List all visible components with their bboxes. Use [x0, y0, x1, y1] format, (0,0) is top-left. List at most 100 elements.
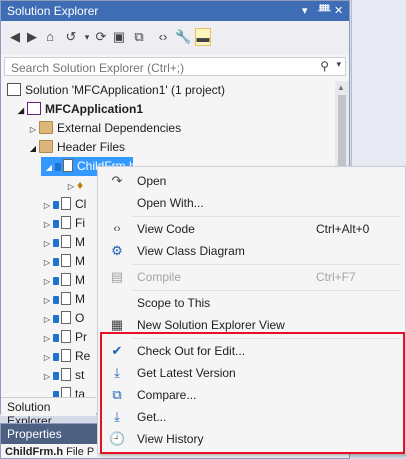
menu-item-label: View History: [137, 432, 204, 446]
tree-item-label: Pr: [75, 330, 87, 344]
menu-item-new-solution-explorer-view[interactable]: ▦ New Solution Explorer View: [99, 314, 404, 336]
panel-title-bar: Solution Explorer ▾ ᚙ ✕: [1, 1, 349, 21]
collapsed-arrow-icon[interactable]: ▷: [65, 177, 77, 196]
menu-item-label: Compare...: [137, 388, 197, 402]
header-file-icon: [61, 235, 71, 248]
header-file-icon: [61, 368, 71, 381]
menu-item-label: View Class Diagram: [137, 244, 245, 258]
list-item[interactable]: ▷ Pr: [41, 328, 87, 347]
tree-item-solution[interactable]: Solution 'MFCApplication1' (1 project): [7, 81, 225, 100]
tree-item-label: M: [75, 235, 85, 249]
menu-item-open-with[interactable]: Open With...: [99, 192, 404, 214]
tree-item-label: M: [75, 254, 85, 268]
list-item[interactable]: ▷ Cl: [41, 195, 86, 214]
properties-subject[interactable]: ChildFrm.h File P: [5, 446, 94, 458]
expanded-arrow-icon[interactable]: ◢: [27, 139, 39, 158]
list-item[interactable]: ▷ M: [41, 252, 85, 271]
menu-item-label: Check Out for Edit...: [137, 344, 246, 358]
context-menu: ↷ Open Open With... ‹› View Code Ctrl+Al…: [97, 166, 406, 454]
list-item[interactable]: ▷ M: [41, 290, 85, 309]
menu-item-label: Get Latest Version: [137, 366, 236, 380]
refresh-icon[interactable]: ⟳: [93, 28, 109, 46]
menu-item-scope-to-this[interactable]: Scope to This: [99, 292, 404, 314]
menu-item-get-latest-version[interactable]: ⤓ Get Latest Version: [99, 362, 404, 384]
get-latest-icon: ⤓: [114, 365, 120, 380]
collapsed-arrow-icon[interactable]: ▷: [41, 367, 53, 386]
header-file-icon: [61, 254, 71, 267]
menu-item-shortcut: Ctrl+F7: [316, 270, 356, 284]
menu-item-check-out-for-edit[interactable]: ✔ Check Out for Edit...: [99, 340, 404, 362]
toolbar: ◀ ▶ ⌂ ↺ ▾ ⟳ ▣ ⧉ ‹› 🔧 ▬: [1, 21, 349, 55]
show-all-files-icon[interactable]: ⧉: [131, 28, 147, 46]
menu-item-view-code[interactable]: ‹› View Code Ctrl+Alt+0: [99, 218, 404, 240]
search-box[interactable]: ⚲ ▾: [4, 57, 346, 76]
search-input[interactable]: [9, 59, 313, 76]
expanded-arrow-icon[interactable]: ◢: [15, 101, 27, 120]
tree-item-class[interactable]: ▷ ♦: [65, 176, 83, 195]
lock-icon: [53, 296, 59, 304]
header-file-icon: [61, 216, 71, 229]
menu-item-compare[interactable]: ⧉ Compare...: [99, 384, 404, 406]
menu-separator: [132, 216, 400, 217]
menu-item-view-history[interactable]: 🕘 View History: [99, 428, 404, 450]
tree-item-label: M: [75, 273, 85, 287]
close-icon[interactable]: ✕: [334, 4, 343, 17]
header-file-icon: [61, 273, 71, 286]
tree-item-label: M: [75, 292, 85, 306]
menu-item-label: Open With...: [137, 196, 204, 210]
forward-icon[interactable]: ▶: [24, 28, 40, 46]
compare-icon: ⧉: [112, 387, 122, 402]
list-item[interactable]: ▷ Re: [41, 347, 90, 366]
history-icon: 🕘: [109, 431, 126, 446]
collapsed-arrow-icon[interactable]: ▷: [41, 234, 53, 253]
lock-icon: [55, 163, 61, 171]
search-options-dropdown-icon[interactable]: ▾: [336, 59, 341, 70]
history-toolbar-icon[interactable]: ↺: [63, 28, 79, 46]
list-item[interactable]: ▷ O: [41, 309, 84, 328]
tree-item-header-files[interactable]: ◢ Header Files: [27, 138, 125, 157]
preview-toggle-icon[interactable]: ▬: [195, 28, 211, 46]
list-item[interactable]: ▷ M: [41, 271, 85, 290]
dropdown-icon[interactable]: ▾: [302, 4, 308, 17]
list-item[interactable]: ▷ st: [41, 366, 84, 385]
tree-item-project[interactable]: ◢ MFCApplication1: [15, 100, 143, 119]
header-file-icon: [63, 159, 73, 172]
class-diagram-icon: ⚙: [111, 243, 123, 258]
menu-item-compile: ▤ Compile Ctrl+F7: [99, 266, 404, 288]
menu-item-get[interactable]: ⤓ Get...: [99, 406, 404, 428]
list-item[interactable]: ▷ Fi: [41, 214, 85, 233]
checkmark-icon: ✔: [111, 343, 123, 358]
collapse-all-icon[interactable]: ▣: [111, 28, 127, 46]
search-icon[interactable]: ⚲: [320, 59, 329, 73]
lock-icon: [53, 201, 59, 209]
list-item[interactable]: ▷ M: [41, 233, 85, 252]
collapsed-arrow-icon[interactable]: ▷: [41, 253, 53, 272]
menu-item-label: Scope to This: [137, 296, 211, 310]
back-icon[interactable]: ◀: [7, 28, 23, 46]
menu-item-view-class-diagram[interactable]: ⚙ View Class Diagram: [99, 240, 404, 262]
collapsed-arrow-icon[interactable]: ▷: [41, 272, 53, 291]
collapsed-arrow-icon[interactable]: ▷: [41, 291, 53, 310]
expanded-arrow-icon[interactable]: ◢: [43, 158, 55, 177]
panel-title: Solution Explorer: [7, 4, 99, 18]
collapsed-arrow-icon[interactable]: ▷: [41, 348, 53, 367]
collapsed-arrow-icon[interactable]: ▷: [27, 120, 39, 139]
collapsed-arrow-icon[interactable]: ▷: [41, 310, 53, 329]
collapsed-arrow-icon[interactable]: ▷: [41, 329, 53, 348]
new-view-icon: ▦: [110, 317, 124, 332]
collapsed-arrow-icon[interactable]: ▷: [41, 215, 53, 234]
tree-item-label: Cl: [75, 197, 87, 211]
open-arrow-icon: ↷: [111, 173, 123, 188]
collapsed-arrow-icon[interactable]: ▷: [41, 196, 53, 215]
properties-wrench-icon[interactable]: 🔧: [175, 28, 191, 46]
header-file-icon: [61, 197, 71, 210]
properties-subject-type: File P: [66, 446, 95, 458]
menu-separator: [132, 290, 400, 291]
scroll-up-icon[interactable]: ▲: [337, 83, 345, 92]
pin-icon[interactable]: ᚙ: [318, 4, 331, 17]
tree-item-external-dependencies[interactable]: ▷ External Dependencies: [27, 119, 181, 138]
tab-solution-explorer[interactable]: Solution Explorer: [1, 397, 96, 428]
view-code-toolbar-icon[interactable]: ‹›: [155, 28, 171, 46]
menu-item-open[interactable]: ↷ Open: [99, 170, 404, 192]
home-icon[interactable]: ⌂: [42, 28, 58, 46]
